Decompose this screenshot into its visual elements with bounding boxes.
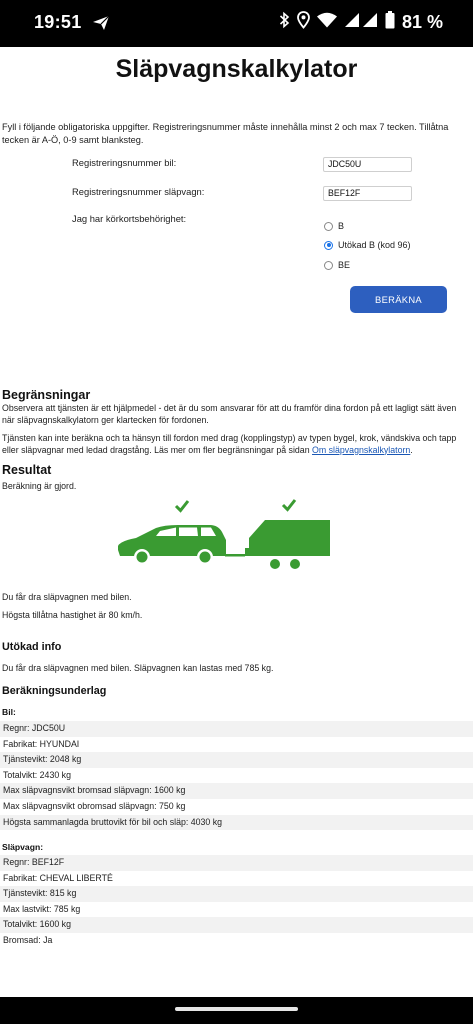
car-check-icon	[174, 500, 190, 513]
list-item: Tjänstevikt: 2048 kg	[0, 752, 473, 768]
about-calculator-link[interactable]: Om släpvagnskalkylatorn	[312, 445, 410, 455]
list-item: Max släpvagnsvikt bromsad släpvagn: 1600…	[0, 783, 473, 799]
result-status: Beräkning är gjord.	[2, 481, 77, 491]
basis-heading: Beräkningsunderlag	[2, 685, 107, 697]
calculate-button[interactable]: BERÄKNA	[350, 286, 447, 313]
trailer-icon	[245, 520, 330, 571]
extended-info-heading: Utökad info	[2, 641, 62, 653]
list-item: Fabrikat: HYUNDAI	[3, 738, 80, 749]
result-message: Du får dra släpvagnen med bilen.	[2, 592, 132, 602]
battery-percent: 81 %	[401, 12, 443, 32]
battery-icon	[385, 11, 395, 34]
car-reg-input[interactable]: JDC50U	[323, 157, 412, 172]
license-option-label: BE	[338, 260, 351, 270]
result-heading: Resultat	[2, 463, 52, 477]
trailer-data-list: Regnr: BEF12F Fabrikat: CHEVAL LIBERTÉ T…	[0, 855, 473, 949]
bluetooth-icon	[279, 11, 290, 34]
license-option-extended-b[interactable]: Utökad B (kod 96)	[324, 240, 411, 250]
license-label: Jag har körkortsbehörighet:	[72, 213, 187, 224]
extended-info-text: Du får dra släpvagnen med bilen. Släpvag…	[2, 663, 274, 673]
status-time: 19:51	[34, 12, 82, 32]
send-icon	[92, 15, 110, 36]
list-item: Max lastvikt: 785 kg	[3, 903, 81, 914]
license-option-label: B	[338, 221, 345, 231]
trailer-reg-label: Registreringsnummer släpvagn:	[72, 186, 205, 197]
car-trailer-illustration	[112, 496, 337, 581]
status-icons: 81 %	[279, 11, 443, 34]
car-reg-label: Registreringsnummer bil:	[72, 157, 177, 168]
list-item: Totalvikt: 2430 kg	[3, 769, 71, 780]
trailer-reg-input[interactable]: BEF12F	[323, 186, 412, 201]
limitations-paragraph-1: Observera att tjänsten är ett hjälpmedel…	[2, 403, 457, 425]
signal-icon	[344, 12, 378, 33]
home-gesture-handle[interactable]	[175, 1007, 298, 1011]
license-option-label: Utökad B (kod 96)	[338, 240, 411, 250]
radio-button[interactable]	[324, 260, 333, 270]
car-section-heading: Bil:	[2, 707, 16, 717]
car-data-list: Regnr: JDC50U Fabrikat: HYUNDAI Tjänstev…	[0, 721, 473, 831]
license-option-b[interactable]: B	[324, 221, 344, 231]
trailer-check-icon	[281, 499, 297, 512]
list-item: Regnr: BEF12F	[0, 855, 473, 871]
limitations-paragraph-2: Tjänsten kan inte beräkna och ta hänsyn …	[2, 433, 470, 456]
list-item: Totalvikt: 1600 kg	[0, 917, 473, 933]
trailer-section-heading: Släpvagn:	[2, 842, 44, 852]
license-option-be[interactable]: BE	[324, 260, 350, 270]
status-bar: 19:51 81 %	[0, 0, 473, 47]
list-item: Max släpvagnsvikt obromsad släpvagn: 750…	[3, 800, 186, 811]
list-item: Bromsad: Ja	[3, 934, 53, 945]
radio-button[interactable]	[324, 221, 333, 231]
radio-button-checked[interactable]	[324, 240, 333, 250]
car-icon	[118, 525, 226, 565]
list-item: Fabrikat: CHEVAL LIBERTÉ	[3, 872, 113, 883]
location-icon	[297, 11, 310, 34]
result-speed: Högsta tillåtna hastighet är 80 km/h.	[2, 610, 143, 620]
wifi-icon	[316, 12, 337, 33]
navigation-bar	[0, 997, 473, 1024]
list-item: Högsta sammanlagda bruttovikt för bil oc…	[0, 814, 473, 831]
intro-text: Fyll i följande obligatoriska uppgifter.…	[2, 122, 449, 145]
limitations-heading: Begränsningar	[2, 388, 91, 402]
list-item: Regnr: JDC50U	[0, 721, 473, 737]
limitations-text-end: .	[410, 444, 413, 455]
page-title: Släpvagnskalkylator	[115, 55, 358, 83]
list-item: Tjänstevikt: 815 kg	[0, 886, 473, 902]
